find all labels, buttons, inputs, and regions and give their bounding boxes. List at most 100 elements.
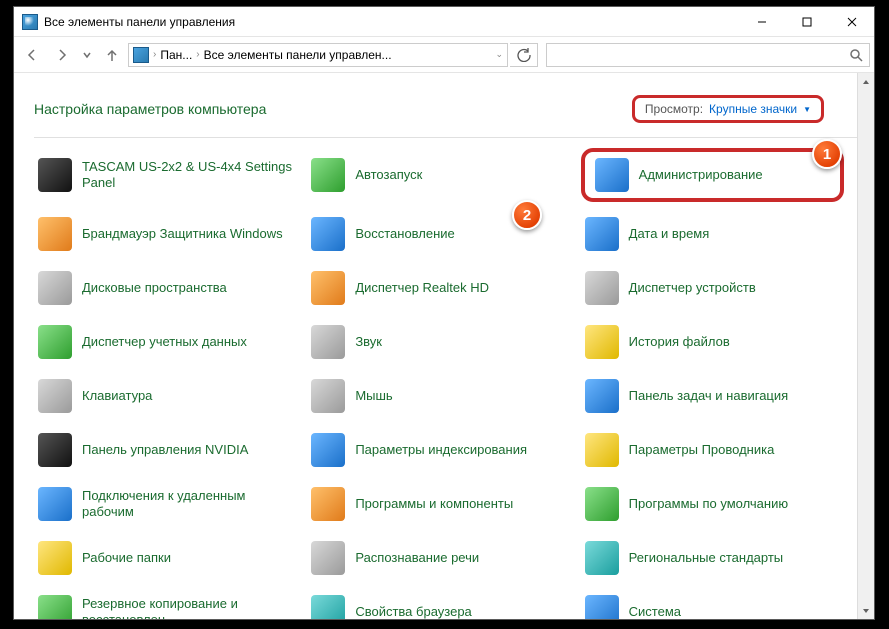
callout-badge-2: 2 (512, 200, 542, 230)
item-nvidia-icon (38, 433, 72, 467)
item-label: Свойства браузера (355, 604, 471, 619)
item-work-folders-icon (38, 541, 72, 575)
item-label: Параметры Проводника (629, 442, 775, 458)
item-tascam[interactable]: TASCAM US-2x2 & US-4x4 Settings Panel (34, 148, 297, 202)
item-region[interactable]: Региональные стандарты (581, 536, 844, 580)
item-label: Распознавание речи (355, 550, 479, 566)
item-recovery-icon (311, 217, 345, 251)
item-taskbar[interactable]: Панель задач и навигация (581, 374, 844, 418)
item-label: Параметры индексирования (355, 442, 527, 458)
scroll-down-button[interactable] (858, 602, 874, 619)
refresh-button[interactable] (510, 43, 538, 67)
item-internet-options[interactable]: Свойства браузера (307, 590, 570, 619)
item-default-programs[interactable]: Программы по умолчанию (581, 482, 844, 526)
history-dropdown[interactable] (78, 41, 96, 69)
control-panel-window: Все элементы панели управления › Пан... (13, 6, 875, 620)
item-indexing-icon (311, 433, 345, 467)
item-backup[interactable]: Резервное копирование и восстановлен (34, 590, 297, 619)
item-file-history[interactable]: История файлов (581, 320, 844, 364)
item-explorer-options[interactable]: Параметры Проводника (581, 428, 844, 472)
page-title: Настройка параметров компьютера (34, 101, 266, 117)
item-credential-manager[interactable]: Диспетчер учетных данных (34, 320, 297, 364)
item-remoteapp[interactable]: Подключения к удаленным рабочим (34, 482, 297, 526)
item-admin-tools-icon (595, 158, 629, 192)
scrollbar[interactable] (857, 73, 874, 619)
item-label: Диспетчер устройств (629, 280, 756, 296)
search-box[interactable] (546, 43, 870, 67)
breadcrumb-sep: › (153, 49, 156, 60)
search-icon (849, 48, 863, 62)
breadcrumb-icon (133, 47, 149, 63)
item-work-folders[interactable]: Рабочие папки (34, 536, 297, 580)
breadcrumb[interactable]: › Пан... › Все элементы панели управлен.… (128, 43, 508, 67)
item-label: Резервное копирование и восстановлен (82, 596, 293, 619)
item-region-icon (585, 541, 619, 575)
item-datetime[interactable]: Дата и время (581, 212, 844, 256)
item-firewall-icon (38, 217, 72, 251)
close-button[interactable] (829, 7, 874, 36)
item-mouse[interactable]: Мышь (307, 374, 570, 418)
item-label: Панель задач и навигация (629, 388, 789, 404)
item-file-history-icon (585, 325, 619, 359)
callout-badge-1: 1 (812, 139, 842, 169)
up-button[interactable] (98, 41, 126, 69)
item-realtek[interactable]: Диспетчер Realtek HD (307, 266, 570, 310)
breadcrumb-seg-1[interactable]: Пан... (160, 48, 192, 62)
titlebar: Все элементы панели управления (14, 7, 874, 37)
item-system[interactable]: Система (581, 590, 844, 619)
item-label: Дисковые пространства (82, 280, 227, 296)
maximize-button[interactable] (784, 7, 829, 36)
item-autoplay[interactable]: Автозапуск (307, 148, 570, 202)
forward-button[interactable] (48, 41, 76, 69)
item-datetime-icon (585, 217, 619, 251)
item-device-manager[interactable]: Диспетчер устройств (581, 266, 844, 310)
item-taskbar-icon (585, 379, 619, 413)
address-bar: › Пан... › Все элементы панели управлен.… (14, 37, 874, 73)
item-nvidia[interactable]: Панель управления NVIDIA (34, 428, 297, 472)
chevron-down-icon: ▼ (803, 105, 811, 114)
item-admin-tools[interactable]: Администрирование (581, 148, 844, 202)
scroll-up-button[interactable] (858, 73, 874, 90)
item-sound[interactable]: Звук (307, 320, 570, 364)
item-sound-icon (311, 325, 345, 359)
item-label: Звук (355, 334, 382, 350)
item-speech[interactable]: Распознавание речи (307, 536, 570, 580)
breadcrumb-seg-2[interactable]: Все элементы панели управлен... (204, 48, 392, 62)
item-label: Диспетчер учетных данных (82, 334, 247, 350)
back-button[interactable] (18, 41, 46, 69)
breadcrumb-dropdown[interactable]: ⌄ (495, 49, 503, 60)
item-keyboard[interactable]: Клавиатура (34, 374, 297, 418)
item-label: Рабочие папки (82, 550, 171, 566)
item-explorer-options-icon (585, 433, 619, 467)
item-device-manager-icon (585, 271, 619, 305)
item-label: История файлов (629, 334, 730, 350)
divider (34, 137, 864, 138)
item-label: Восстановление (355, 226, 454, 242)
item-indexing[interactable]: Параметры индексирования (307, 428, 570, 472)
content-area: Настройка параметров компьютера Просмотр… (14, 73, 874, 619)
window-title: Все элементы панели управления (44, 15, 235, 29)
item-label: Администрирование (639, 167, 763, 183)
item-internet-options-icon (311, 595, 345, 619)
minimize-button[interactable] (739, 7, 784, 36)
item-realtek-icon (311, 271, 345, 305)
item-storage-spaces[interactable]: Дисковые пространства (34, 266, 297, 310)
item-label: Панель управления NVIDIA (82, 442, 248, 458)
item-label: Дата и время (629, 226, 710, 242)
item-backup-icon (38, 595, 72, 619)
view-control[interactable]: Просмотр: Крупные значки ▼ (632, 95, 824, 123)
view-label: Просмотр: (645, 102, 703, 116)
breadcrumb-sep: › (196, 49, 199, 60)
item-label: Программы по умолчанию (629, 496, 788, 512)
item-autoplay-icon (311, 158, 345, 192)
view-value: Крупные значки (709, 102, 797, 116)
item-credential-manager-icon (38, 325, 72, 359)
item-firewall[interactable]: Брандмауэр Защитника Windows (34, 212, 297, 256)
item-mouse-icon (311, 379, 345, 413)
item-programs[interactable]: Программы и компоненты (307, 482, 570, 526)
item-keyboard-icon (38, 379, 72, 413)
item-label: Система (629, 604, 681, 619)
items-grid: TASCAM US-2x2 & US-4x4 Settings PanelАвт… (34, 148, 864, 619)
item-default-programs-icon (585, 487, 619, 521)
item-system-icon (585, 595, 619, 619)
